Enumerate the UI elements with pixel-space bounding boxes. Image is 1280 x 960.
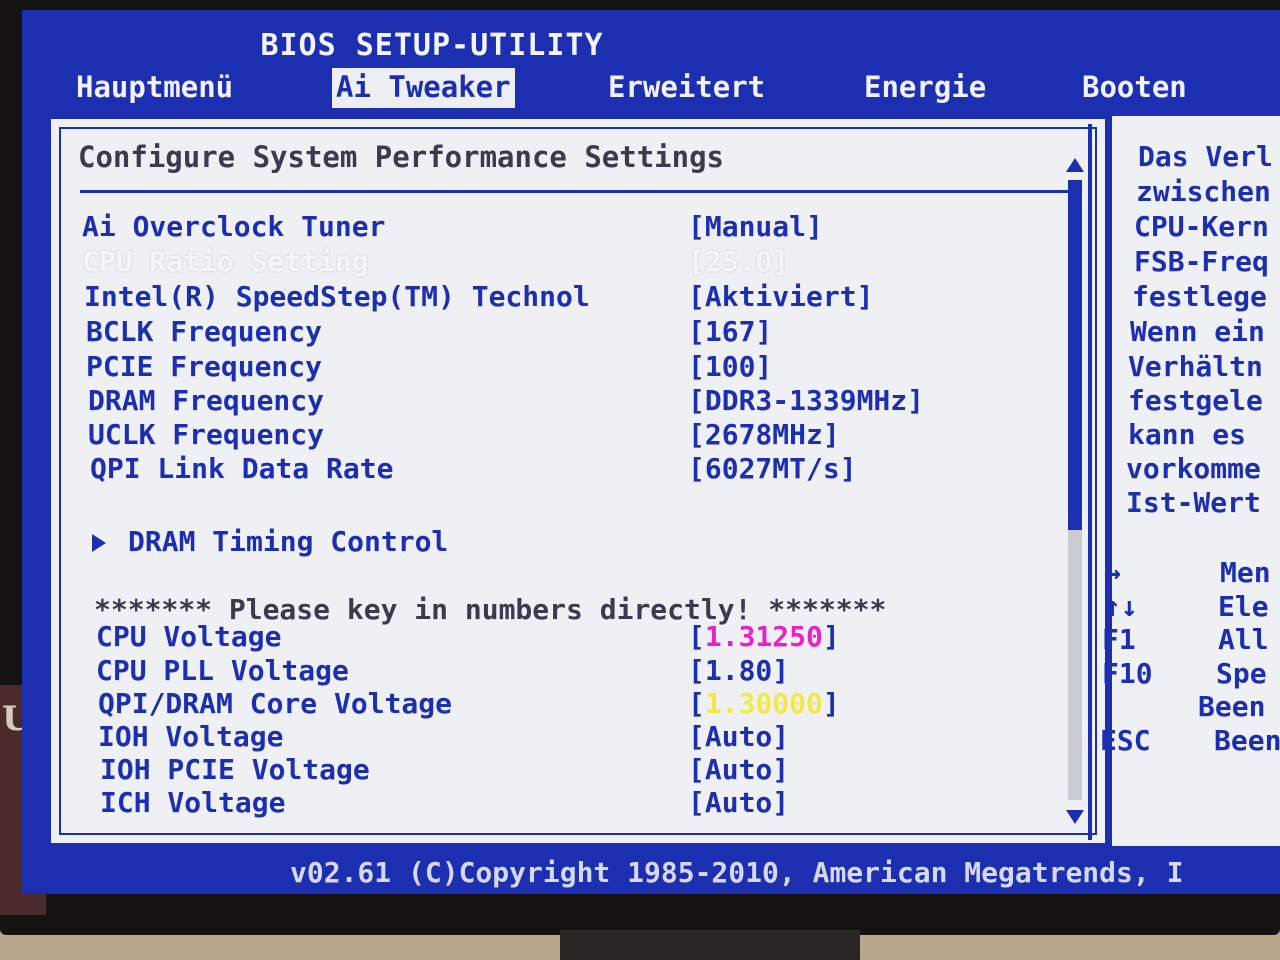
key-desc: Ele <box>1218 590 1269 623</box>
help-text-line: Verhältn <box>1128 350 1263 383</box>
setting-qpi-dram-voltage-value[interactable]: [1.30000] <box>688 687 840 720</box>
heading-divider <box>80 190 1080 193</box>
monitor-stand <box>560 930 860 960</box>
setting-bclk-frequency-value[interactable]: [167] <box>688 315 772 348</box>
cpu-voltage-number: 1.31250 <box>704 620 823 653</box>
footer-bar: v02.61 (C)Copyright 1985-2010, American … <box>22 850 1280 894</box>
setting-qpi-dram-voltage-label[interactable]: QPI/DRAM Core Voltage <box>98 687 452 720</box>
setting-ai-overclock-tuner-value[interactable]: [Manual] <box>688 210 823 243</box>
help-text-line: vorkomme <box>1126 452 1261 485</box>
key-desc: Spe <box>1216 657 1267 690</box>
help-text-line: Das Verl <box>1138 140 1273 173</box>
key-desc: All <box>1218 623 1269 656</box>
menu-bar: Hauptmenü Ai Tweaker Erweitert Energie B… <box>40 68 1280 112</box>
setting-cpu-pll-voltage-label[interactable]: CPU PLL Voltage <box>96 654 349 687</box>
help-text-line: festlege <box>1132 280 1267 313</box>
setting-uclk-frequency-value[interactable]: [2678MHz] <box>688 418 840 451</box>
help-text-line: CPU-Kern <box>1134 210 1269 243</box>
key-f1: F1 <box>1102 623 1136 656</box>
submenu-label: DRAM Timing Control <box>128 525 449 558</box>
setting-cpu-ratio-label[interactable]: CPU Ratio Setting <box>82 245 369 278</box>
tab-erweitert[interactable]: Erweitert <box>604 68 769 108</box>
setting-ai-overclock-tuner-label[interactable]: Ai Overclock Tuner <box>82 210 385 243</box>
help-text-line: zwischen <box>1136 175 1271 208</box>
setting-cpu-voltage-value[interactable]: [1.31250] <box>688 620 840 653</box>
setting-cpu-ratio-value[interactable]: [25.0] <box>688 245 789 278</box>
key-f10: F10 <box>1102 657 1153 690</box>
setting-speedstep-value[interactable]: [Aktiviert] <box>688 280 873 313</box>
submenu-arrow-icon <box>92 534 106 552</box>
tab-ai-tweaker[interactable]: Ai Tweaker <box>332 68 515 108</box>
key-esc: ESC <box>1100 724 1151 757</box>
panel-divider <box>1088 124 1092 840</box>
setting-cpu-voltage-label[interactable]: CPU Voltage <box>96 620 281 653</box>
setting-qpi-link-value[interactable]: [6027MT/s] <box>688 452 857 485</box>
setting-bclk-frequency-label[interactable]: BCLK Frequency <box>86 315 322 348</box>
scrollbar-thumb[interactable] <box>1068 180 1082 530</box>
help-text-line: FSB-Freq <box>1134 245 1269 278</box>
setting-ioh-voltage-label[interactable]: IOH Voltage <box>98 720 283 753</box>
submenu-dram-timing[interactable]: DRAM Timing Control <box>92 525 448 558</box>
setting-ioh-pcie-voltage-label[interactable]: IOH PCIE Voltage <box>100 753 370 786</box>
key-desc: Been <box>1198 690 1266 723</box>
help-text-line: Ist-Wert <box>1126 486 1261 519</box>
setting-ich-voltage-value[interactable]: [Auto] <box>688 786 789 819</box>
tab-hauptmenu[interactable]: Hauptmenü <box>72 68 237 108</box>
key-arrows-ud-icon: ↑↓ <box>1104 590 1138 623</box>
qpi-dram-voltage-number: 1.30000 <box>704 687 823 720</box>
setting-ich-voltage-label[interactable]: ICH Voltage <box>100 786 285 819</box>
tab-booten[interactable]: Booten <box>1078 68 1191 108</box>
setting-pcie-frequency-label[interactable]: PCIE Frequency <box>86 350 322 383</box>
setting-ioh-voltage-value[interactable]: [Auto] <box>688 720 789 753</box>
setting-uclk-frequency-label[interactable]: UCLK Frequency <box>88 418 324 451</box>
key-desc: Been <box>1214 724 1280 757</box>
bios-screen: BIOS SETUP-UTILITY Hauptmenü Ai Tweaker … <box>22 10 1280 894</box>
setting-speedstep-label[interactable]: Intel(R) SpeedStep(TM) Technol <box>84 280 590 313</box>
key-desc: Men <box>1220 556 1271 589</box>
setting-dram-frequency-value[interactable]: [DDR3-1339MHz] <box>688 384 924 417</box>
setting-pcie-frequency-value[interactable]: [100] <box>688 350 772 383</box>
copyright-text: v02.61 (C)Copyright 1985-2010, American … <box>290 856 1184 889</box>
setting-dram-frequency-label[interactable]: DRAM Frequency <box>88 384 324 417</box>
scroll-up-icon[interactable] <box>1066 158 1084 172</box>
setting-ioh-pcie-voltage-value[interactable]: [Auto] <box>688 753 789 786</box>
page-title: Configure System Performance Settings <box>78 140 725 174</box>
help-text-line: Wenn ein <box>1130 315 1265 348</box>
setting-cpu-pll-voltage-value[interactable]: [1.80] <box>688 654 789 687</box>
scroll-down-icon[interactable] <box>1066 810 1084 824</box>
help-text-line: festgele <box>1128 384 1263 417</box>
setting-qpi-link-label[interactable]: QPI Link Data Rate <box>90 452 393 485</box>
bios-title: BIOS SETUP-UTILITY <box>260 28 604 63</box>
tab-energie[interactable]: Energie <box>860 68 990 108</box>
help-text-line: kann es <box>1128 418 1247 451</box>
key-arrows-lr-icon: ↔ <box>1104 556 1121 589</box>
